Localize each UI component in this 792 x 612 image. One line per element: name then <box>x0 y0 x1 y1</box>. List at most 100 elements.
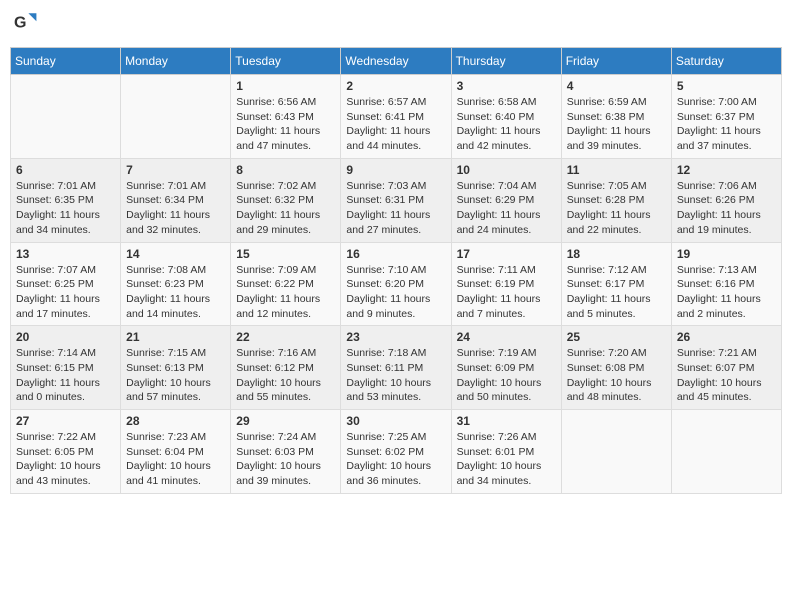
calendar-cell: 15Sunrise: 7:09 AMSunset: 6:22 PMDayligh… <box>231 242 341 326</box>
svg-text:G: G <box>14 15 26 32</box>
day-number: 29 <box>236 414 335 428</box>
calendar-cell: 10 Sunrise: 7:04 AMSunset: 6:29 PMDayligh… <box>451 158 561 242</box>
calendar-cell: 16 Sunrise: 7:10 AMSunset: 6:20 PMDayligh… <box>341 242 451 326</box>
day-number: 8 <box>236 163 335 177</box>
calendar-cell: 22 Sunrise: 7:16 AMSunset: 6:12 PMDayligh… <box>231 326 341 410</box>
day-info: Sunrise: 7:02 AMSunset: 6:32 PMDaylight:… <box>236 179 335 238</box>
day-info: Sunrise: 7:13 AMSunset: 6:16 PMDaylight:… <box>677 263 776 322</box>
day-info: Sunrise: 7:19 AMSunset: 6:09 PMDaylight:… <box>457 346 556 405</box>
header-day-thursday: Thursday <box>451 48 561 75</box>
day-number: 10 <box>457 163 556 177</box>
calendar-body: 1Sunrise: 6:56 AMSunset: 6:43 PMDaylight… <box>11 75 782 494</box>
calendar-cell: 2 Sunrise: 6:57 AMSunset: 6:41 PMDaylight… <box>341 75 451 159</box>
day-info: Sunrise: 7:03 AMSunset: 6:31 PMDaylight:… <box>346 179 445 238</box>
day-number: 13 <box>16 247 115 261</box>
day-number: 3 <box>457 79 556 93</box>
header-day-friday: Friday <box>561 48 671 75</box>
calendar-cell <box>121 75 231 159</box>
day-number: 12 <box>677 163 776 177</box>
calendar-cell: 3 Sunrise: 6:58 AMSunset: 6:40 PMDaylight… <box>451 75 561 159</box>
calendar-cell: 23Sunrise: 7:18 AMSunset: 6:11 PMDayligh… <box>341 326 451 410</box>
calendar-header: SundayMondayTuesdayWednesdayThursdayFrid… <box>11 48 782 75</box>
day-info: Sunrise: 7:14 AMSunset: 6:15 PMDaylight:… <box>16 346 115 405</box>
day-info: Sunrise: 7:09 AMSunset: 6:22 PMDaylight:… <box>236 263 335 322</box>
calendar-cell: 21 Sunrise: 7:15 AMSunset: 6:13 PMDayligh… <box>121 326 231 410</box>
day-number: 19 <box>677 247 776 261</box>
week-row-2: 13 Sunrise: 7:07 AMSunset: 6:25 PMDayligh… <box>11 242 782 326</box>
day-info: Sunrise: 7:00 AMSunset: 6:37 PMDaylight:… <box>677 95 776 154</box>
day-number: 25 <box>567 330 666 344</box>
day-number: 18 <box>567 247 666 261</box>
calendar-cell: 18Sunrise: 7:12 AMSunset: 6:17 PMDayligh… <box>561 242 671 326</box>
day-number: 30 <box>346 414 445 428</box>
week-row-1: 6 Sunrise: 7:01 AMSunset: 6:35 PMDaylight… <box>11 158 782 242</box>
day-info: Sunrise: 7:10 AMSunset: 6:20 PMDaylight:… <box>346 263 445 322</box>
calendar-cell: 26 Sunrise: 7:21 AMSunset: 6:07 PMDayligh… <box>671 326 781 410</box>
day-info: Sunrise: 6:57 AMSunset: 6:41 PMDaylight:… <box>346 95 445 154</box>
day-number: 11 <box>567 163 666 177</box>
calendar-cell <box>671 410 781 494</box>
day-info: Sunrise: 7:05 AMSunset: 6:28 PMDaylight:… <box>567 179 666 238</box>
day-info: Sunrise: 7:20 AMSunset: 6:08 PMDaylight:… <box>567 346 666 405</box>
day-info: Sunrise: 7:16 AMSunset: 6:12 PMDaylight:… <box>236 346 335 405</box>
day-info: Sunrise: 7:23 AMSunset: 6:04 PMDaylight:… <box>126 430 225 489</box>
day-info: Sunrise: 7:01 AMSunset: 6:34 PMDaylight:… <box>126 179 225 238</box>
day-number: 21 <box>126 330 225 344</box>
header-day-tuesday: Tuesday <box>231 48 341 75</box>
day-number: 6 <box>16 163 115 177</box>
week-row-4: 27 Sunrise: 7:22 AMSunset: 6:05 PMDayligh… <box>11 410 782 494</box>
calendar-cell: 4 Sunrise: 6:59 AMSunset: 6:38 PMDaylight… <box>561 75 671 159</box>
day-number: 26 <box>677 330 776 344</box>
calendar-cell: 29 Sunrise: 7:24 AMSunset: 6:03 PMDayligh… <box>231 410 341 494</box>
day-number: 22 <box>236 330 335 344</box>
day-number: 27 <box>16 414 115 428</box>
calendar-cell: 17Sunrise: 7:11 AMSunset: 6:19 PMDayligh… <box>451 242 561 326</box>
day-info: Sunrise: 7:21 AMSunset: 6:07 PMDaylight:… <box>677 346 776 405</box>
calendar-cell: 1Sunrise: 6:56 AMSunset: 6:43 PMDaylight… <box>231 75 341 159</box>
day-info: Sunrise: 6:56 AMSunset: 6:43 PMDaylight:… <box>236 95 335 154</box>
calendar-table: SundayMondayTuesdayWednesdayThursdayFrid… <box>10 47 782 494</box>
day-info: Sunrise: 7:04 AMSunset: 6:29 PMDaylight:… <box>457 179 556 238</box>
calendar-cell: 25 Sunrise: 7:20 AMSunset: 6:08 PMDayligh… <box>561 326 671 410</box>
logo-graphic: G <box>14 10 38 39</box>
day-info: Sunrise: 7:01 AMSunset: 6:35 PMDaylight:… <box>16 179 115 238</box>
calendar-cell: 19 Sunrise: 7:13 AMSunset: 6:16 PMDayligh… <box>671 242 781 326</box>
day-info: Sunrise: 7:06 AMSunset: 6:26 PMDaylight:… <box>677 179 776 238</box>
day-info: Sunrise: 7:07 AMSunset: 6:25 PMDaylight:… <box>16 263 115 322</box>
day-number: 4 <box>567 79 666 93</box>
day-info: Sunrise: 6:59 AMSunset: 6:38 PMDaylight:… <box>567 95 666 154</box>
calendar-cell: 7 Sunrise: 7:01 AMSunset: 6:34 PMDaylight… <box>121 158 231 242</box>
calendar-cell: 8 Sunrise: 7:02 AMSunset: 6:32 PMDaylight… <box>231 158 341 242</box>
calendar-cell: 31Sunrise: 7:26 AMSunset: 6:01 PMDayligh… <box>451 410 561 494</box>
logo: G <box>14 10 40 39</box>
day-info: Sunrise: 7:26 AMSunset: 6:01 PMDaylight:… <box>457 430 556 489</box>
day-info: Sunrise: 7:15 AMSunset: 6:13 PMDaylight:… <box>126 346 225 405</box>
day-info: Sunrise: 7:08 AMSunset: 6:23 PMDaylight:… <box>126 263 225 322</box>
day-number: 24 <box>457 330 556 344</box>
day-number: 2 <box>346 79 445 93</box>
header-day-sunday: Sunday <box>11 48 121 75</box>
day-info: Sunrise: 7:22 AMSunset: 6:05 PMDaylight:… <box>16 430 115 489</box>
day-number: 14 <box>126 247 225 261</box>
calendar-cell <box>561 410 671 494</box>
day-info: Sunrise: 7:11 AMSunset: 6:19 PMDaylight:… <box>457 263 556 322</box>
day-number: 16 <box>346 247 445 261</box>
header-day-wednesday: Wednesday <box>341 48 451 75</box>
calendar-cell <box>11 75 121 159</box>
day-number: 23 <box>346 330 445 344</box>
calendar-cell: 20Sunrise: 7:14 AMSunset: 6:15 PMDayligh… <box>11 326 121 410</box>
day-info: Sunrise: 7:24 AMSunset: 6:03 PMDaylight:… <box>236 430 335 489</box>
day-number: 5 <box>677 79 776 93</box>
day-number: 7 <box>126 163 225 177</box>
day-number: 9 <box>346 163 445 177</box>
calendar-cell: 11 Sunrise: 7:05 AMSunset: 6:28 PMDayligh… <box>561 158 671 242</box>
calendar-cell: 5 Sunrise: 7:00 AMSunset: 6:37 PMDaylight… <box>671 75 781 159</box>
calendar-cell: 12 Sunrise: 7:06 AMSunset: 6:26 PMDayligh… <box>671 158 781 242</box>
day-info: Sunrise: 6:58 AMSunset: 6:40 PMDaylight:… <box>457 95 556 154</box>
calendar-cell: 24 Sunrise: 7:19 AMSunset: 6:09 PMDayligh… <box>451 326 561 410</box>
calendar-cell: 13 Sunrise: 7:07 AMSunset: 6:25 PMDayligh… <box>11 242 121 326</box>
calendar-cell: 30 Sunrise: 7:25 AMSunset: 6:02 PMDayligh… <box>341 410 451 494</box>
header-row: SundayMondayTuesdayWednesdayThursdayFrid… <box>11 48 782 75</box>
day-info: Sunrise: 7:25 AMSunset: 6:02 PMDaylight:… <box>346 430 445 489</box>
week-row-3: 20Sunrise: 7:14 AMSunset: 6:15 PMDayligh… <box>11 326 782 410</box>
